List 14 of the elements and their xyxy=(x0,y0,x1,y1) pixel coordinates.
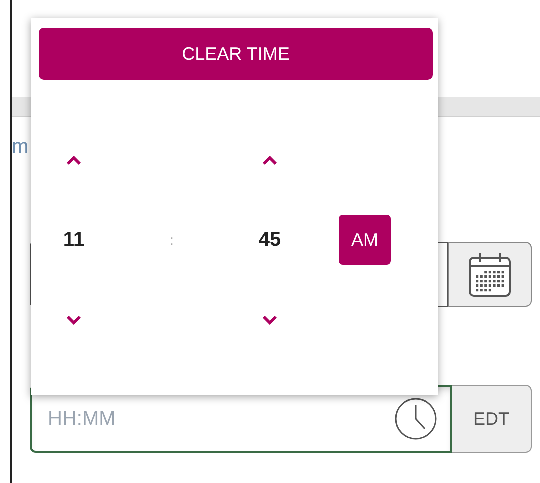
hour-down-button[interactable] xyxy=(66,315,82,325)
separator-text: : xyxy=(170,230,174,250)
hour-value: 11 xyxy=(63,228,85,253)
calendar-icon xyxy=(468,252,512,298)
minute-value: 45 xyxy=(258,228,282,253)
period-button[interactable]: AM xyxy=(339,215,391,265)
hour-up-button[interactable] xyxy=(66,156,82,166)
calendar-button[interactable] xyxy=(448,242,532,307)
minute-down-button[interactable] xyxy=(262,315,278,325)
clear-time-button[interactable]: CLEAR TIME xyxy=(39,28,433,80)
label-text: m xyxy=(12,135,29,159)
timezone-button[interactable]: EDT xyxy=(452,385,532,453)
clock-icon xyxy=(394,397,438,441)
minute-up-button[interactable] xyxy=(262,156,278,166)
